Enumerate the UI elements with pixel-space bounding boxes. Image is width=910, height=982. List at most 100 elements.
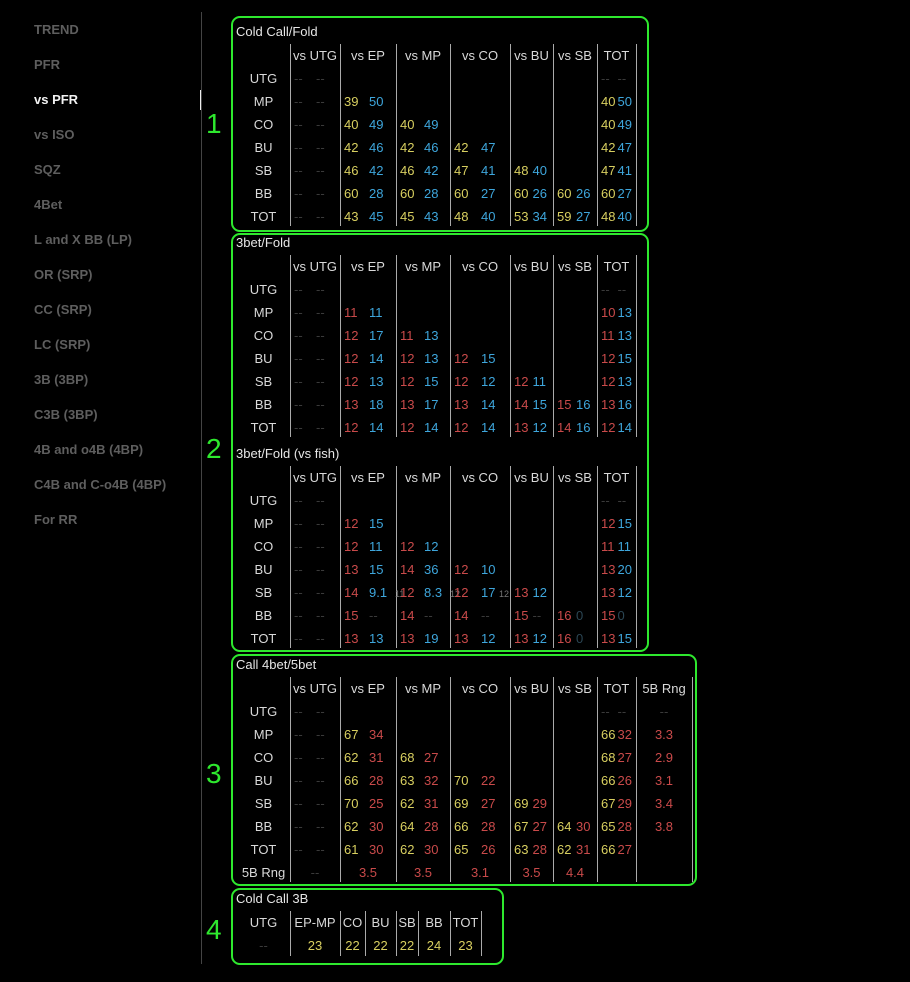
stat-value: 12: [601, 374, 616, 389]
sidebar-item-pfr[interactable]: PFR: [34, 57, 60, 72]
stat-value: 14: [454, 608, 469, 623]
column-header: BU: [371, 915, 390, 930]
column-header: vs SB: [558, 259, 592, 274]
stat-value: 13: [601, 631, 616, 646]
stat-value: 22: [345, 938, 360, 953]
stat-value: 40: [617, 209, 632, 224]
stat-value: 47: [481, 140, 496, 155]
stat-value: 40: [400, 117, 415, 132]
row-header: UTG: [249, 282, 278, 297]
stat-value: 0: [576, 608, 584, 623]
stat-value: 14: [369, 351, 384, 366]
stat-value: --: [316, 186, 325, 201]
stat-value: 16: [576, 420, 591, 435]
stat-value: 11: [400, 328, 414, 343]
stat-value: --: [316, 94, 325, 109]
stat-value: 12: [454, 420, 469, 435]
sidebar-item-sqz[interactable]: SQZ: [34, 162, 61, 177]
stat-value: 43: [344, 209, 359, 224]
stat-value: 26: [576, 186, 591, 201]
stat-value: 17: [369, 328, 384, 343]
stat-value: 31: [576, 842, 591, 857]
stat-value: 42: [369, 163, 384, 178]
column-divider: [553, 255, 554, 437]
stat-value: 70: [454, 773, 469, 788]
stat-value: 11: [369, 305, 383, 320]
stat-value: 3.1: [470, 865, 490, 880]
stat-value: 14: [400, 608, 415, 623]
stat-value: 34: [369, 727, 384, 742]
stat-value: 13: [514, 585, 529, 600]
stat-value: 13: [369, 631, 384, 646]
stat-value: 16: [557, 608, 572, 623]
stat-value: 12: [344, 539, 359, 554]
sidebar-item-3b-3bp[interactable]: 3B (3BP): [34, 372, 88, 387]
stat-value: 36: [424, 562, 439, 577]
stat-value: 60: [557, 186, 572, 201]
column-header: vs BU: [514, 470, 549, 485]
stat-value: --: [294, 842, 303, 857]
stat-value: 27: [532, 819, 547, 834]
column-divider: [510, 44, 511, 226]
stat-value: 28: [617, 819, 632, 834]
stat-value: 10: [481, 562, 496, 577]
column-divider: [340, 466, 341, 648]
column-divider: [553, 677, 554, 882]
sidebar-item-trend[interactable]: TREND: [34, 22, 79, 37]
table-title: 3bet/Fold (vs fish): [236, 446, 340, 461]
stat-value: 30: [424, 842, 439, 857]
stat-value: 60: [514, 186, 529, 201]
stat-value: 20: [617, 562, 632, 577]
stat-value: 65: [601, 819, 616, 834]
column-divider: [597, 466, 598, 648]
sidebar-item-c3b-3bp[interactable]: C3B (3BP): [34, 407, 98, 422]
sidebar-item-vs-iso[interactable]: vs ISO: [34, 127, 74, 142]
stat-value: 17: [424, 397, 439, 412]
stat-value: 16: [617, 397, 632, 412]
stat-value: --: [294, 704, 303, 719]
stat-value: 22: [399, 938, 415, 953]
row-header: SB: [254, 585, 273, 600]
row-header: TOT: [250, 631, 277, 646]
column-header: vs EP: [351, 681, 385, 696]
column-divider: [396, 255, 397, 437]
table-title: Cold Call 3B: [236, 891, 309, 906]
column-header: vs UTG: [292, 259, 338, 274]
stat-value: 68: [400, 750, 415, 765]
stat-value: 0: [617, 608, 625, 623]
stat-value: --: [294, 374, 303, 389]
column-divider: [481, 911, 482, 956]
column-header: TOT: [603, 470, 630, 485]
sidebar-item-cc-srp[interactable]: CC (SRP): [34, 302, 92, 317]
column-header: EP-MP: [294, 915, 336, 930]
sidebar-item-l-and-x-bb-lp[interactable]: L and X BB (LP): [34, 232, 132, 247]
stat-value: 70: [344, 796, 359, 811]
stat-value: --: [316, 796, 325, 811]
stat-value: --: [294, 796, 303, 811]
column-divider: [340, 44, 341, 226]
sidebar-item-4b-and-o4b-4bp[interactable]: 4B and o4B (4BP): [34, 442, 143, 457]
stat-value: 15: [369, 516, 384, 531]
sidebar-item-lc-srp[interactable]: LC (SRP): [34, 337, 90, 352]
sidebar-item-for-rr[interactable]: For RR: [34, 512, 77, 527]
column-header: TOT: [452, 915, 479, 930]
stat-value: 47: [454, 163, 469, 178]
stat-value: --: [617, 493, 627, 508]
annotation-3: 3: [206, 758, 222, 789]
stat-value: 13: [400, 397, 415, 412]
row-header: TOT: [250, 209, 277, 224]
stat-value: 28: [369, 186, 384, 201]
stat-value: 46: [344, 163, 359, 178]
stat-value: --: [316, 585, 325, 600]
stat-value: 27: [481, 796, 496, 811]
stat-value: 50: [369, 94, 384, 109]
stat-value: --: [316, 328, 325, 343]
sidebar-item-4bet[interactable]: 4Bet: [34, 197, 62, 212]
sidebar-item-c4b-and-c-o4b-4bp[interactable]: C4B and C-o4B (4BP): [34, 477, 166, 492]
sidebar-item-or-srp[interactable]: OR (SRP): [34, 267, 93, 282]
stat-value: 3.1: [654, 773, 674, 788]
sidebar-item-vs-pfr[interactable]: vs PFR: [34, 92, 78, 107]
stat-value: 13: [617, 374, 632, 389]
stat-value: --: [316, 631, 325, 646]
stat-value: 13: [344, 562, 359, 577]
